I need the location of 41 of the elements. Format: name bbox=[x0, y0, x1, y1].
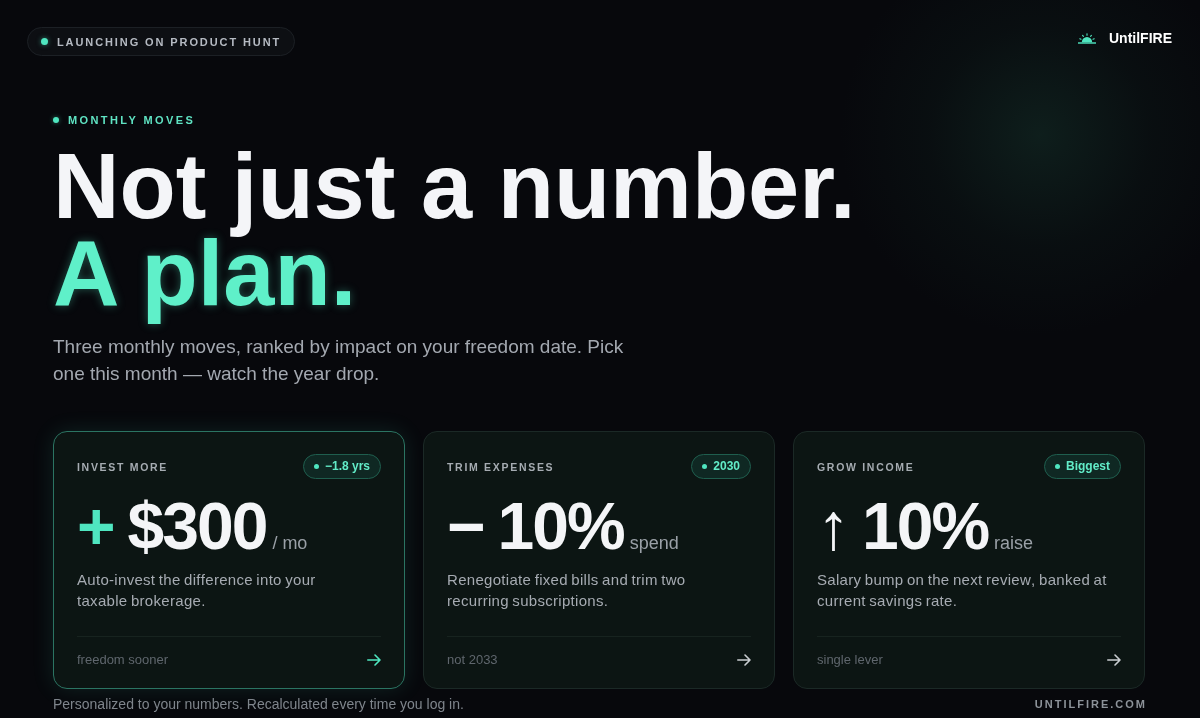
move-card[interactable]: GROW INCOME Biggest ↑ 10%raise Salary bump on the next review, banked at current savings rate. single lever bbox=[793, 431, 1145, 689]
sunrise-icon bbox=[1078, 32, 1096, 44]
dot-icon bbox=[702, 464, 708, 469]
impact-text: Biggest bbox=[1066, 459, 1110, 474]
value-sign: − bbox=[447, 493, 486, 559]
card-footnote: freedom sooner bbox=[77, 652, 169, 668]
card-label: TRIM EXPENSES bbox=[447, 459, 555, 474]
brand-name: UntilFIRE bbox=[1109, 29, 1172, 47]
value-sign: + bbox=[77, 493, 116, 559]
move-card[interactable]: INVEST MORE −1.8 yrs + $300/ mo Auto-invest the difference into your taxable brokerage. freedom sooner bbox=[53, 431, 405, 689]
value-amount: $300 bbox=[127, 493, 267, 559]
card-description: Auto-invest the difference into your taxable brokerage. bbox=[77, 570, 317, 611]
hero-subtitle: Three monthly moves, ranked by impact on your freedom date. Pick one this month — watch the year drop. bbox=[53, 335, 625, 386]
headline-accent: A plan. bbox=[53, 239, 357, 326]
card-footnote: single lever bbox=[817, 652, 883, 668]
dot-icon bbox=[1055, 464, 1060, 469]
arrow-right-icon bbox=[1107, 654, 1121, 666]
value-unit: spend bbox=[629, 532, 679, 554]
arrow-right-icon bbox=[737, 654, 751, 666]
value-unit: raise bbox=[994, 532, 1034, 554]
footer-note: Personalized to your numbers. Recalculated every time you log in. bbox=[53, 695, 464, 713]
headline: Not just a number. bbox=[53, 152, 856, 238]
site-name: UNTILFIRE.COM bbox=[1034, 697, 1147, 711]
dot-icon bbox=[41, 38, 48, 45]
launch-text: LAUNCHING ON PRODUCT HUNT bbox=[57, 34, 282, 49]
value-sign: ↑ bbox=[817, 493, 850, 559]
dot-icon bbox=[53, 117, 59, 123]
arrow-right-icon bbox=[367, 654, 381, 666]
value-amount: 10% bbox=[497, 493, 624, 559]
value-unit: / mo bbox=[272, 532, 308, 554]
impact-text: 2030 bbox=[713, 459, 740, 474]
card-footnote: not 2033 bbox=[447, 652, 498, 668]
card-label: GROW INCOME bbox=[817, 459, 915, 474]
move-card[interactable]: TRIM EXPENSES 2030 − 10%spend Renegotiate fixed bills and trim two recurring subscriptions. not 2033 bbox=[423, 431, 775, 689]
value-amount: 10% bbox=[862, 493, 989, 559]
card-description: Salary bump on the next review, banked at current savings rate. bbox=[817, 570, 1108, 611]
dot-icon bbox=[313, 464, 319, 469]
eyebrow-label: MONTHLY MOVES bbox=[68, 113, 196, 127]
card-description: Renegotiate fixed bills and trim two recurring subscriptions. bbox=[447, 570, 687, 611]
card-label: INVEST MORE bbox=[77, 459, 169, 474]
impact-text: −1.8 yrs bbox=[324, 459, 370, 474]
